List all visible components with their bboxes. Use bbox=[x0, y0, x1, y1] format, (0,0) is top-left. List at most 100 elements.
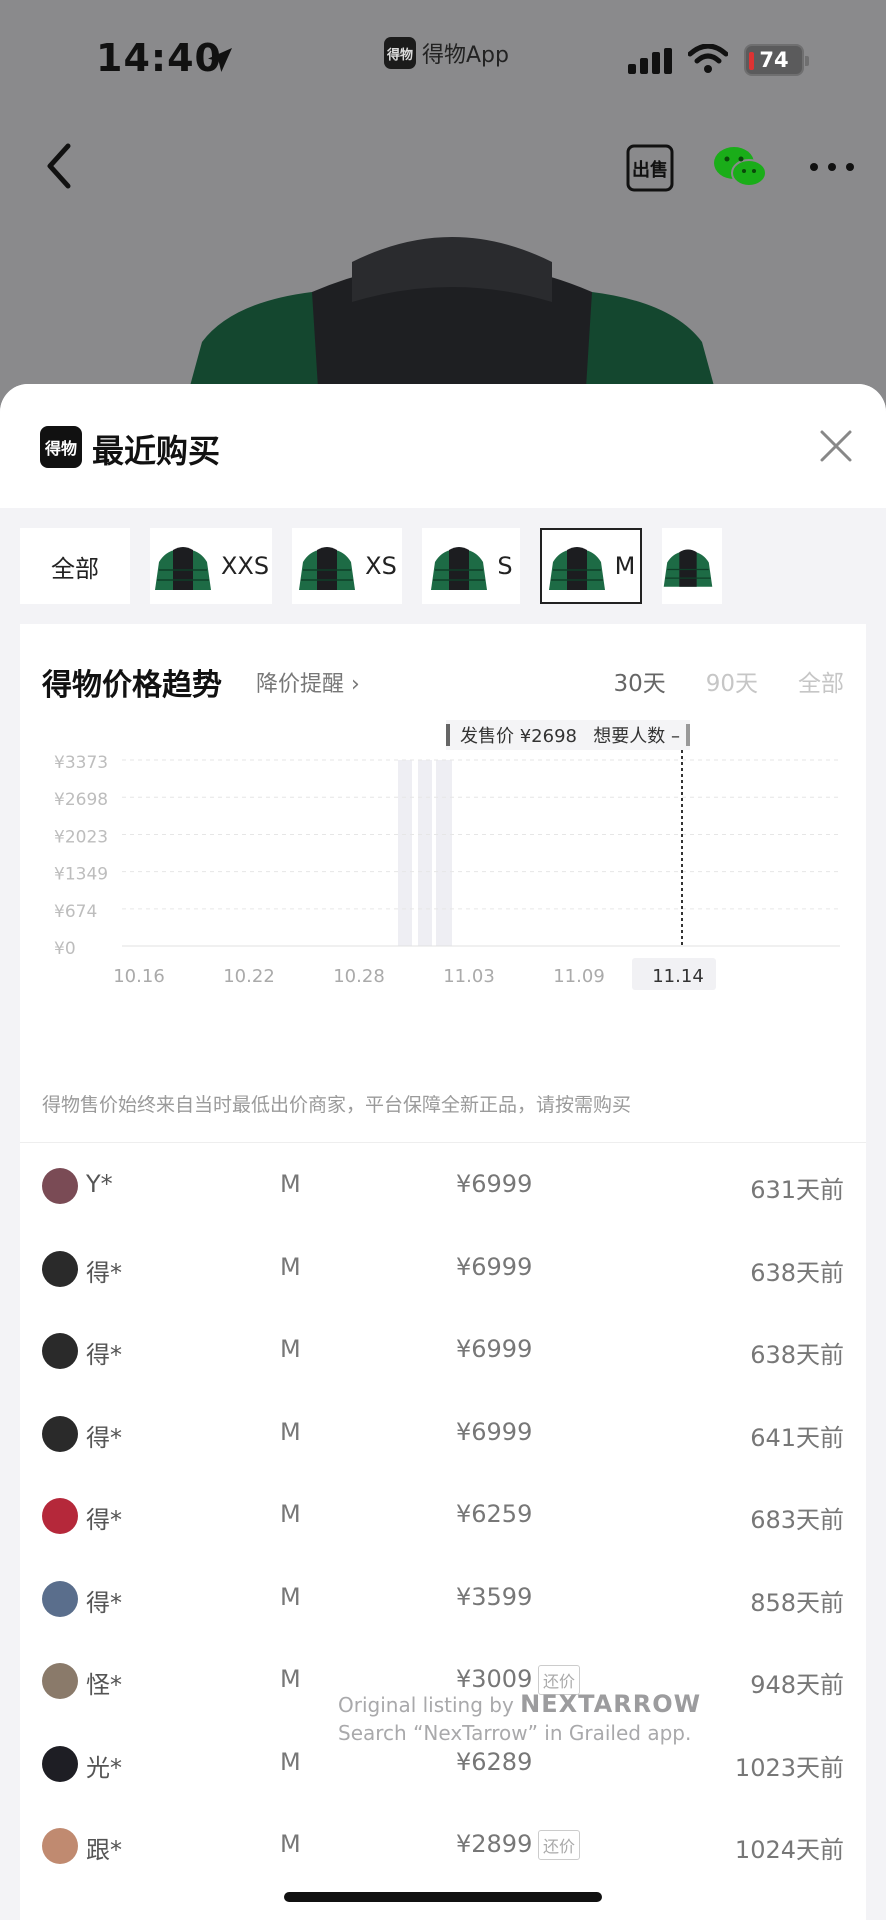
chart-tooltip: 发售价 ¥2698 想要人数 – bbox=[446, 720, 690, 750]
more-icon[interactable] bbox=[806, 150, 858, 184]
buyer-name: 跟* bbox=[86, 1836, 122, 1864]
buyer-name: 得* bbox=[86, 1506, 122, 1534]
avatar bbox=[42, 1580, 78, 1617]
purchase-price: ¥6999 bbox=[456, 1417, 533, 1446]
purchase-time: 683天前 bbox=[750, 1506, 844, 1534]
sheet-title: 最近购买 bbox=[92, 432, 221, 470]
range-tab[interactable]: 全部 bbox=[798, 664, 844, 698]
tooltip-price: 发售价 ¥2698 bbox=[460, 726, 577, 747]
purchase-price: ¥3599 bbox=[456, 1582, 533, 1611]
avatar bbox=[42, 1828, 78, 1864]
product-page-background: 14:40 得物 得物App 74 出售 bbox=[0, 0, 886, 452]
avatar bbox=[42, 1168, 78, 1204]
tooltip-marker bbox=[446, 724, 450, 746]
range-tab[interactable]: 90天 bbox=[706, 664, 758, 698]
size-tab[interactable]: XS bbox=[292, 528, 402, 604]
size-tab[interactable]: M bbox=[540, 528, 642, 604]
chart-bar bbox=[418, 760, 432, 946]
y-tick-label: ¥2698 bbox=[54, 790, 108, 810]
buyer-name: 得* bbox=[86, 1588, 122, 1617]
back-chevron-icon[interactable] bbox=[40, 140, 80, 192]
tooltip-marker bbox=[686, 724, 690, 746]
divider bbox=[20, 1142, 866, 1143]
home-indicator bbox=[284, 1892, 602, 1902]
purchase-time: 638天前 bbox=[750, 1258, 844, 1287]
avatar bbox=[42, 1250, 78, 1287]
x-tick-label: 10.16 bbox=[113, 966, 165, 987]
time-range-tabs: 30天 90天 全部 bbox=[613, 664, 844, 698]
battery-indicator: 74 bbox=[744, 44, 809, 76]
purchase-time: 1023天前 bbox=[734, 1753, 844, 1782]
size-filter-tabs: 全部 XXS XS S M bbox=[20, 528, 886, 604]
wechat-icon[interactable] bbox=[712, 144, 768, 192]
buyer-name: 怪* bbox=[86, 1671, 122, 1699]
buyer-name: 得* bbox=[86, 1341, 122, 1369]
size-tab[interactable]: 全部 bbox=[20, 528, 130, 604]
purchase-price: ¥6259 bbox=[456, 1500, 533, 1528]
purchase-time: 1024天前 bbox=[734, 1836, 844, 1864]
y-tick-label: ¥3373 bbox=[54, 753, 108, 773]
chart-bars bbox=[398, 760, 452, 946]
purchase-price: ¥3009 bbox=[456, 1665, 533, 1693]
x-tick-label: 11.09 bbox=[553, 966, 605, 987]
size-tab-label: S bbox=[497, 552, 513, 580]
sell-icon[interactable]: 出售 bbox=[624, 142, 676, 194]
trend-title: 得物价格趋势 bbox=[42, 668, 222, 703]
purchase-row: 得* M ¥6259 683天前 bbox=[20, 1474, 866, 1557]
size-tab[interactable] bbox=[662, 528, 722, 604]
purchase-size: M bbox=[280, 1665, 301, 1693]
sell-label: 出售 bbox=[632, 159, 668, 181]
avatar bbox=[42, 1498, 78, 1534]
range-tab[interactable]: 30天 bbox=[613, 664, 665, 698]
size-tab[interactable]: XXS bbox=[150, 528, 272, 604]
purchase-row: 得* M ¥6999 638天前 bbox=[20, 1227, 866, 1310]
purchase-row: Y* M ¥6999 631天前 bbox=[20, 1144, 866, 1227]
size-tab[interactable]: S bbox=[422, 528, 520, 604]
y-tick-label: ¥1349 bbox=[54, 865, 108, 885]
y-tick-label: ¥0 bbox=[54, 939, 76, 959]
purchase-size: M bbox=[280, 1417, 301, 1446]
jacket-thumbnail-icon bbox=[299, 547, 356, 590]
purchase-price: ¥2899 bbox=[456, 1830, 533, 1858]
x-tick-label: 11.14 bbox=[652, 966, 704, 987]
purchase-time: 948天前 bbox=[750, 1671, 844, 1699]
x-tick-label: 10.22 bbox=[223, 966, 275, 987]
purchase-time: 641天前 bbox=[750, 1423, 844, 1452]
purchase-row: 得* M ¥6999 641天前 bbox=[20, 1392, 866, 1475]
size-tab-label: M bbox=[614, 552, 636, 580]
x-tick-label: 10.28 bbox=[333, 966, 385, 987]
counter-offer-badge: 还价 bbox=[538, 1830, 581, 1860]
price-drop-alert-link[interactable]: 降价提醒 › bbox=[256, 666, 360, 698]
jacket-thumbnail-icon bbox=[154, 547, 211, 590]
app-logo-icon: 得物 bbox=[384, 37, 416, 69]
close-icon[interactable] bbox=[816, 426, 856, 466]
avatar bbox=[42, 1415, 78, 1452]
buyer-name: 得* bbox=[86, 1423, 122, 1452]
purchase-row: 跟* M ¥2899 1024天前 还价 bbox=[20, 1804, 866, 1887]
purchase-time: 638天前 bbox=[750, 1341, 844, 1369]
jacket-thumbnail-icon bbox=[431, 547, 488, 590]
buyer-name: Y* bbox=[86, 1170, 113, 1198]
purchase-size: M bbox=[280, 1500, 301, 1528]
purchase-size: M bbox=[280, 1170, 301, 1198]
purchase-size: M bbox=[280, 1335, 301, 1363]
buyer-name: 光* bbox=[86, 1753, 122, 1782]
dewu-logo-icon: 得物 bbox=[40, 426, 82, 468]
purchase-size: M bbox=[280, 1582, 301, 1611]
purchase-price: ¥6999 bbox=[456, 1335, 533, 1363]
size-tab-label: 全部 bbox=[51, 554, 99, 583]
battery-level: 74 bbox=[759, 48, 789, 72]
avatar bbox=[42, 1745, 78, 1782]
price-trend-chart[interactable]: ¥3373 ¥2698 ¥2023 ¥1349 ¥674 ¥0 10.16 10.22 10.2… bbox=[20, 720, 866, 1080]
sheet-header: 得物 最近购买 bbox=[0, 384, 886, 508]
chevron-right-icon: › bbox=[351, 672, 360, 697]
purchase-row: 得* M ¥6999 638天前 bbox=[20, 1309, 866, 1392]
tooltip-wanted: 想要人数 – bbox=[593, 726, 680, 747]
app-name: 得物App bbox=[422, 43, 509, 68]
wifi-icon bbox=[688, 44, 728, 73]
size-tab-label: XXS bbox=[220, 552, 270, 580]
purchase-row: 得* M ¥3599 858天前 bbox=[20, 1557, 866, 1640]
watermark-brand: NEXTARROW bbox=[520, 1690, 702, 1718]
x-tick-label: 11.03 bbox=[443, 966, 495, 987]
purchase-price: ¥6999 bbox=[456, 1170, 533, 1198]
